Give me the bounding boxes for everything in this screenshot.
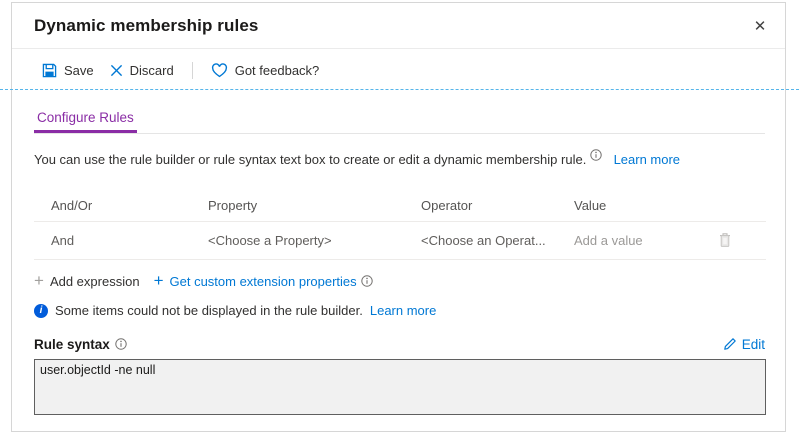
edit-label: Edit [742, 337, 765, 352]
notice-text: Some items could not be displayed in the… [55, 303, 363, 318]
operator-dropdown[interactable]: <Choose an Operat... [421, 233, 574, 248]
get-custom-extension-properties-button[interactable]: + Get custom extension properties [154, 273, 357, 289]
edit-rule-syntax-button[interactable]: Edit [723, 337, 765, 352]
toolbar-separator [192, 62, 193, 79]
discard-label: Discard [130, 63, 174, 78]
dynamic-membership-rules-dialog: Dynamic membership rules ✕ Save Discard [11, 2, 786, 432]
close-icon: ✕ [754, 17, 767, 35]
tab-bar: Configure Rules [34, 104, 765, 134]
info-icon[interactable] [115, 338, 127, 350]
trash-icon [718, 236, 732, 251]
dialog-header: Dynamic membership rules ✕ [12, 3, 785, 49]
save-button[interactable]: Save [34, 57, 102, 84]
col-header-andor: And/Or [34, 198, 208, 213]
info-icon[interactable] [361, 275, 373, 287]
value-input[interactable] [574, 233, 694, 248]
info-icon[interactable] [590, 149, 602, 161]
page-title: Dynamic membership rules [34, 16, 258, 36]
col-header-value: Value [574, 198, 706, 213]
add-expression-button[interactable]: + Add expression [34, 273, 140, 289]
learn-more-link[interactable]: Learn more [614, 152, 680, 167]
close-button[interactable]: ✕ [745, 11, 775, 41]
plus-icon: + [154, 273, 164, 289]
description-text: You can use the rule builder or rule syn… [34, 149, 765, 169]
rule-syntax-header: Rule syntax Edit [34, 334, 765, 354]
rule-syntax-textarea[interactable]: user.objectId -ne null [34, 359, 766, 415]
delete-expression-button[interactable] [714, 230, 736, 250]
feedback-button[interactable]: Got feedback? [203, 57, 328, 84]
command-bar: Save Discard Got feedback? [12, 50, 785, 90]
tab-configure-rules[interactable]: Configure Rules [34, 104, 137, 133]
andor-cell: And [34, 233, 208, 248]
get-custom-properties-label: Get custom extension properties [170, 274, 357, 289]
table-row: And <Choose a Property> <Choose an Opera… [34, 222, 766, 260]
info-filled-icon: i [34, 304, 48, 318]
notice-learn-more-link[interactable]: Learn more [370, 303, 436, 318]
rule-builder-notice: i Some items could not be displayed in t… [34, 303, 436, 318]
dashed-divider [0, 89, 799, 90]
col-header-operator: Operator [421, 198, 574, 213]
expression-actions: + Add expression + Get custom extension … [34, 269, 373, 293]
save-icon [42, 63, 57, 78]
heart-icon [211, 63, 228, 78]
add-expression-label: Add expression [50, 274, 140, 289]
save-label: Save [64, 63, 94, 78]
plus-icon: + [34, 273, 44, 289]
feedback-label: Got feedback? [235, 63, 320, 78]
pencil-icon [723, 337, 737, 351]
property-dropdown[interactable]: <Choose a Property> [208, 233, 421, 248]
discard-icon [110, 64, 123, 77]
rule-builder-table: And/Or Property Operator Value And <Choo… [34, 189, 766, 260]
discard-button[interactable]: Discard [102, 57, 182, 84]
rule-syntax-label: Rule syntax [34, 337, 110, 352]
description-body: You can use the rule builder or rule syn… [34, 152, 586, 167]
table-header-row: And/Or Property Operator Value [34, 189, 766, 222]
col-header-property: Property [208, 198, 421, 213]
